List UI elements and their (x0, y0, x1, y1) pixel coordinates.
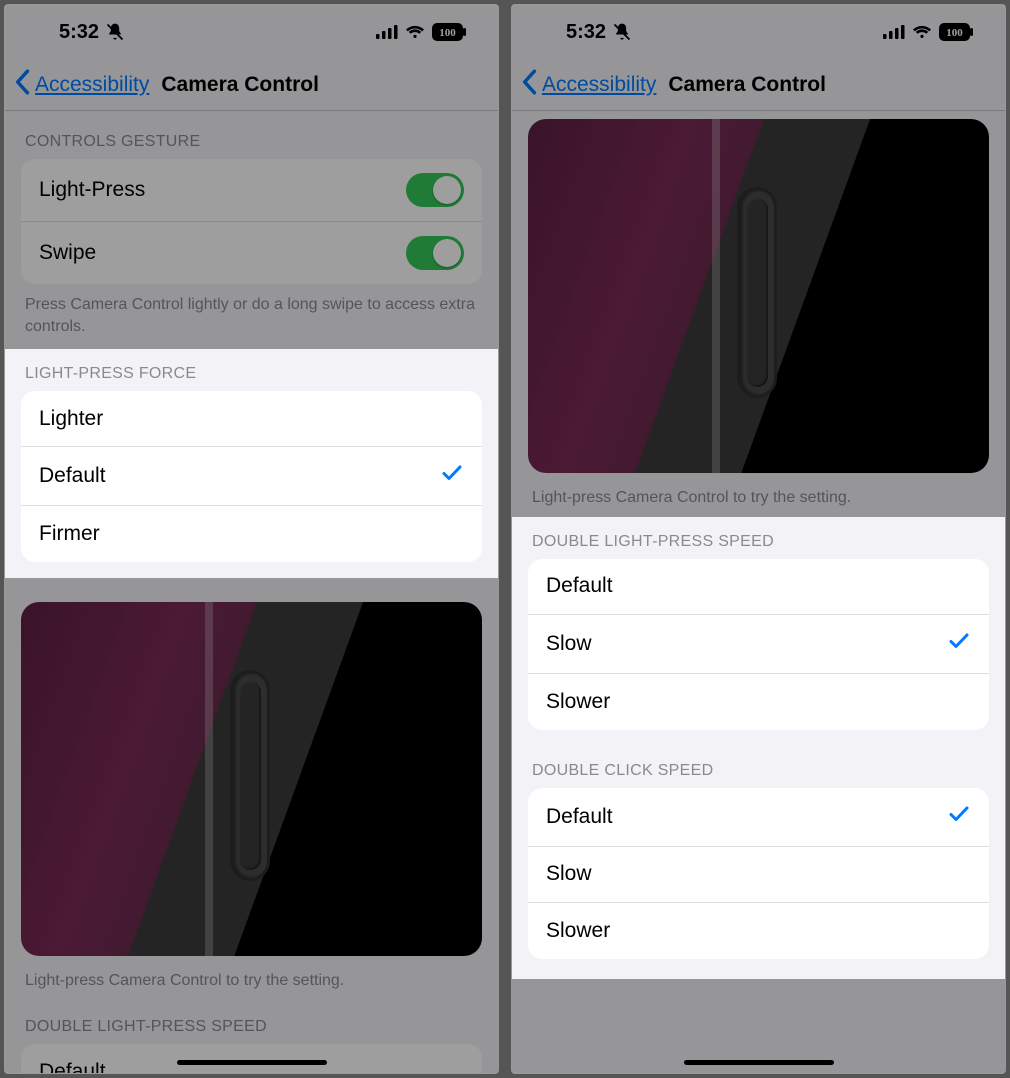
cellular-signal-icon (376, 25, 398, 39)
section-header-double-light-press: DOUBLE LIGHT-PRESS SPEED (512, 517, 1005, 559)
preview-camera-button (233, 673, 267, 878)
status-time: 5:32 (566, 21, 606, 44)
option-dc-default[interactable]: Default (528, 788, 989, 847)
cellular-signal-icon (883, 25, 905, 39)
back-chevron-icon[interactable] (520, 69, 538, 100)
group-controls-gesture: Light-Press Swipe (21, 159, 482, 284)
phone-screenshot-left: 5:32 100 Accessibility Camera Control CO… (4, 4, 499, 1074)
option-label: Slow (546, 632, 592, 656)
wifi-icon (912, 25, 932, 39)
option-label: Firmer (39, 522, 100, 546)
nav-bar: Accessibility Camera Control (512, 59, 1005, 111)
option-dlp-slow[interactable]: Slow (528, 615, 989, 674)
status-bar: 5:32 100 (512, 5, 1005, 59)
option-dc-slower[interactable]: Slower (528, 903, 989, 959)
option-label: Slower (546, 690, 610, 714)
nav-bar: Accessibility Camera Control (5, 59, 498, 111)
svg-text:100: 100 (946, 27, 963, 39)
silent-bell-icon (105, 22, 125, 42)
row-label: Light-Press (39, 178, 145, 202)
home-indicator[interactable] (177, 1060, 327, 1065)
section-header-double-light-press: DOUBLE LIGHT-PRESS SPEED (5, 996, 498, 1044)
option-label: Default (546, 805, 613, 829)
option-default-peek[interactable]: Default (21, 1044, 482, 1074)
preview-camera-button (740, 190, 774, 395)
toggle-swipe[interactable] (406, 236, 464, 270)
section-header-light-press-force: LIGHT-PRESS FORCE (5, 349, 498, 391)
option-label: Slower (546, 919, 610, 943)
checkmark-icon (947, 629, 971, 659)
row-label: Swipe (39, 241, 96, 265)
section-header-double-click: DOUBLE CLICK SPEED (512, 746, 1005, 788)
settings-content: Light-press Camera Control to try the se… (512, 119, 1005, 1009)
preview-glass-edge (205, 602, 213, 956)
preview-caption: Light-press Camera Control to try the se… (512, 473, 1005, 513)
option-label: Lighter (39, 407, 103, 431)
group-double-light-press-peek: Default (21, 1044, 482, 1074)
back-button[interactable]: Accessibility (35, 73, 149, 97)
status-bar: 5:32 100 (5, 5, 498, 59)
group-double-light-press: Default Slow Slower (528, 559, 989, 730)
page-title: Camera Control (668, 73, 826, 97)
battery-icon: 100 (939, 23, 973, 41)
home-indicator[interactable] (684, 1060, 834, 1065)
silent-bell-icon (612, 22, 632, 42)
camera-control-preview[interactable] (21, 602, 482, 956)
status-time: 5:32 (59, 21, 99, 44)
option-default[interactable]: Default (21, 447, 482, 506)
battery-icon: 100 (432, 23, 466, 41)
checkmark-icon (947, 802, 971, 832)
row-swipe[interactable]: Swipe (21, 222, 482, 284)
camera-control-preview[interactable] (528, 119, 989, 473)
option-label: Default (546, 574, 613, 598)
page-title: Camera Control (161, 73, 319, 97)
svg-text:100: 100 (439, 27, 456, 39)
preview-glass-edge (712, 119, 720, 473)
option-label: Default (39, 464, 106, 488)
back-chevron-icon[interactable] (13, 69, 31, 100)
group-double-click: Default Slow Slower (528, 788, 989, 959)
option-firmer[interactable]: Firmer (21, 506, 482, 562)
wifi-icon (405, 25, 425, 39)
group-light-press-force: Lighter Default Firmer (21, 391, 482, 562)
footer-controls-gesture: Press Camera Control lightly or do a lon… (5, 284, 498, 341)
row-light-press[interactable]: Light-Press (21, 159, 482, 222)
option-dlp-slower[interactable]: Slower (528, 674, 989, 730)
section-header-controls-gesture: CONTROLS GESTURE (5, 111, 498, 159)
option-lighter[interactable]: Lighter (21, 391, 482, 447)
option-dc-slow[interactable]: Slow (528, 847, 989, 903)
option-label: Default (39, 1060, 106, 1074)
phone-screenshot-right: 5:32 100 Accessibility Camera Control (511, 4, 1006, 1074)
option-label: Slow (546, 862, 592, 886)
checkmark-icon (440, 461, 464, 491)
toggle-light-press[interactable] (406, 173, 464, 207)
preview-caption: Light-press Camera Control to try the se… (5, 956, 498, 996)
back-button[interactable]: Accessibility (542, 73, 656, 97)
settings-content: CONTROLS GESTURE Light-Press Swipe Press… (5, 111, 498, 1074)
option-dlp-default[interactable]: Default (528, 559, 989, 615)
